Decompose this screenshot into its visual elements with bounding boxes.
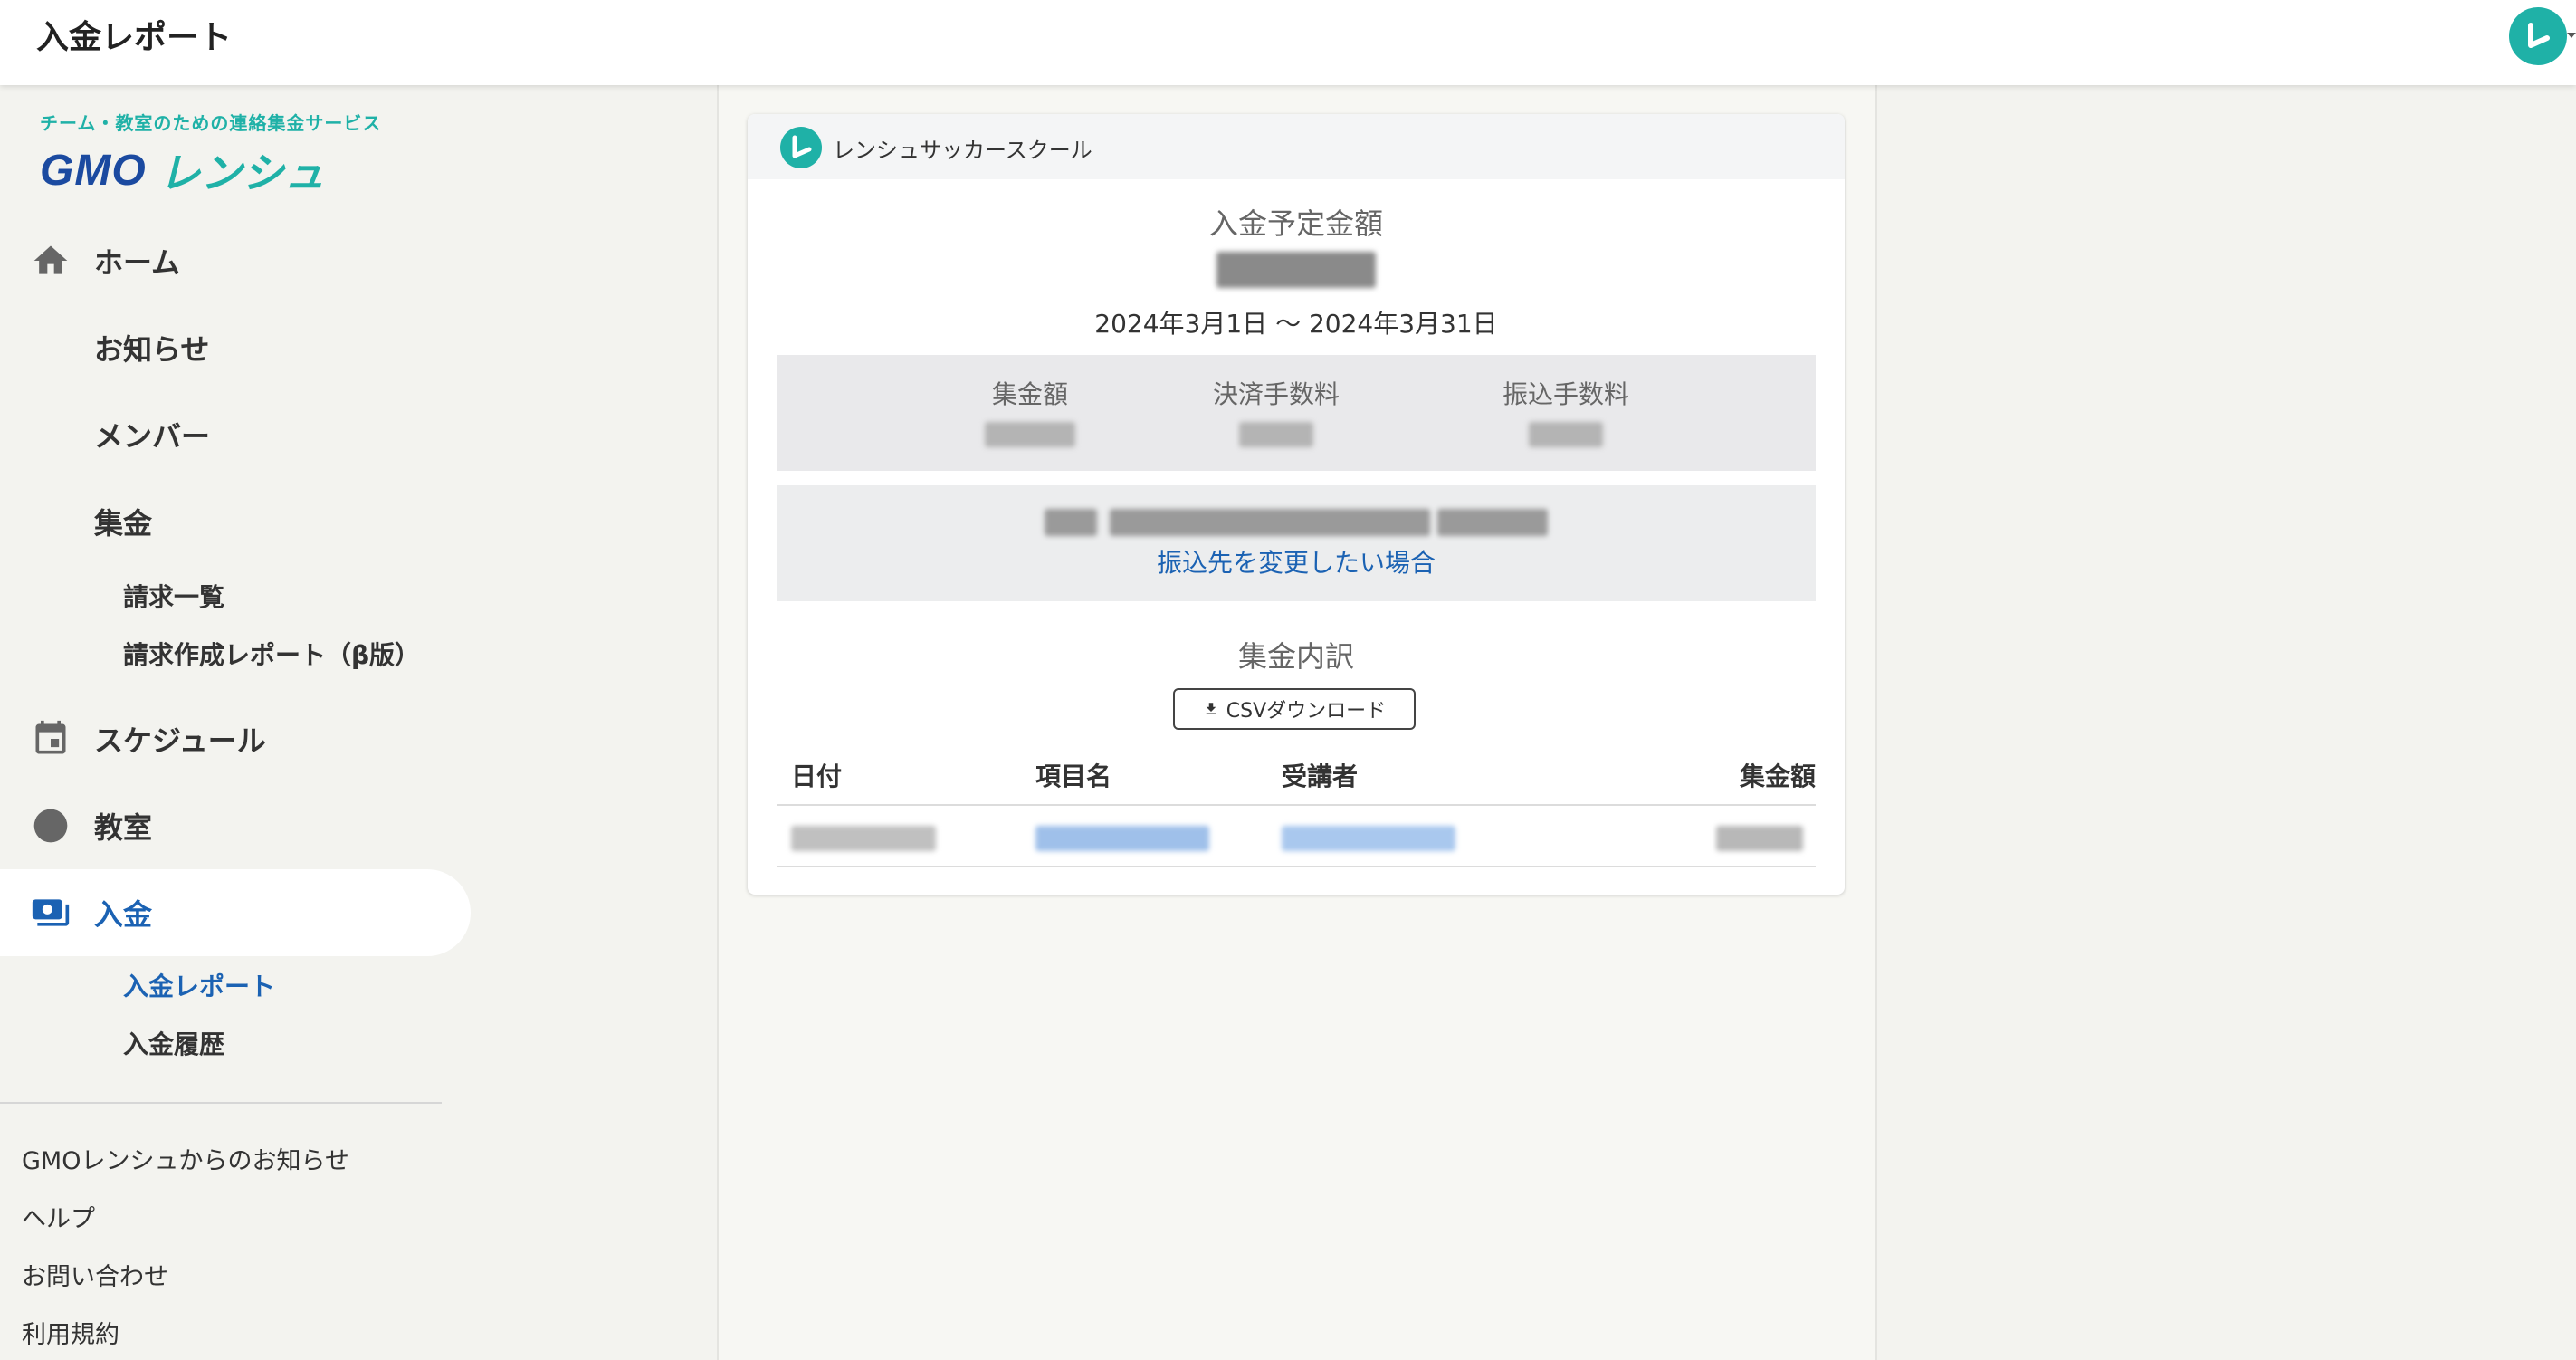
account-menu[interactable]	[2504, 7, 2576, 65]
logo-tagline: チーム・教室のための連絡集金サービス	[40, 112, 382, 134]
bank-account-box: 振込先を変更したい場合	[777, 485, 1816, 601]
calendar-icon	[35, 720, 66, 754]
redacted-item-link[interactable]	[1035, 826, 1209, 851]
transfer-fee-label: 振込手数料	[1502, 379, 1629, 409]
redacted-bank-name	[1045, 509, 1097, 536]
sidebar-subitem-deposit-history[interactable]: 入金履歴	[123, 1025, 224, 1061]
redacted-student-link[interactable]	[1282, 826, 1455, 851]
scheduled-amount-value	[748, 252, 1845, 292]
sidebar-item-home[interactable]: ホーム	[0, 217, 471, 304]
logo-brand: レンシュ	[158, 148, 326, 197]
payment-fee-label: 決済手数料	[1212, 379, 1340, 409]
sidebar-item-collection[interactable]: 集金	[0, 478, 471, 565]
payments-icon	[32, 899, 70, 926]
sidebar-subitem-invoice-list[interactable]: 請求一覧	[123, 578, 224, 614]
breakdown-title: 集金内訳	[1237, 639, 1354, 674]
report-period: 2024年3月1日 〜 2024年3月31日	[1094, 309, 1498, 339]
caret-down-icon[interactable]	[2567, 33, 2576, 38]
top-app-bar: 入金レポート	[0, 0, 2576, 85]
user-avatar[interactable]	[2509, 7, 2567, 65]
redacted-date	[791, 826, 936, 851]
circle-icon	[33, 809, 68, 843]
column-header-student: 受講者	[1282, 761, 1359, 791]
column-header-item: 項目名	[1035, 761, 1112, 791]
sidebar-subitem-invoice-report[interactable]: 請求作成レポート（β版）	[123, 636, 420, 672]
redacted-account	[1437, 509, 1548, 536]
sidebar-item-deposit[interactable]: 入金	[0, 869, 471, 956]
home-icon	[33, 245, 68, 274]
page-title: 入金レポート	[36, 19, 233, 56]
link-terms[interactable]: 利用規約	[22, 1315, 119, 1350]
sidebar-item-news[interactable]: お知らせ	[0, 304, 471, 391]
collected-label: 集金額	[991, 379, 1068, 409]
change-account-link[interactable]: 振込先を変更したい場合	[1157, 548, 1436, 578]
sidebar-item-label: スケジュール	[94, 723, 266, 758]
csv-download-button[interactable]: CSVダウンロード	[1173, 688, 1416, 730]
transfer-fee: 振込手数料	[1466, 375, 1665, 451]
rensyu-logo-icon	[792, 135, 812, 158]
column-header-date: 日付	[791, 761, 843, 791]
download-icon	[1206, 703, 1216, 714]
scheduled-amount-label: 入金予定金額	[1208, 206, 1383, 241]
link-gmo-news[interactable]: GMOレンシュからのお知らせ	[22, 1141, 349, 1176]
sidebar-subitem-deposit-report[interactable]: 入金レポート	[123, 967, 275, 1003]
org-avatar	[780, 127, 822, 168]
rensyu-logo-icon	[2528, 23, 2550, 48]
card-header: レンシュサッカースクール	[748, 114, 1845, 179]
sidebar-item-schedule[interactable]: スケジュール	[0, 695, 471, 782]
payment-fee: 決済手数料	[1177, 375, 1376, 451]
redacted-transfer-fee	[1529, 422, 1603, 447]
redacted-branch	[1110, 509, 1430, 536]
redacted-payment-fee	[1239, 422, 1313, 447]
sidebar-item-classroom[interactable]: 教室	[0, 782, 471, 869]
sidebar-item-label: 教室	[94, 810, 153, 845]
logo-gmo: GMO	[40, 146, 147, 195]
redacted-collected	[985, 422, 1075, 447]
sidebar-item-label: ホーム	[94, 245, 181, 280]
org-name: レンシュサッカースクール	[833, 138, 1092, 163]
table-row	[777, 806, 1816, 866]
table-bottom-divider	[777, 866, 1816, 867]
sidebar-item-label: 集金	[94, 506, 153, 541]
link-help[interactable]: ヘルプ	[22, 1199, 95, 1234]
gmo-rensyu-logo[interactable]: チーム・教室のための連絡集金サービス GMO レンシュ	[40, 109, 381, 200]
summary-box: 集金額 決済手数料 振込手数料	[777, 355, 1816, 471]
deposit-report-card: レンシュサッカースクール 入金予定金額 2024年3月1日 〜 2024年3月3…	[748, 114, 1845, 895]
collected-amount: 集金額	[930, 375, 1130, 451]
sidebar-item-label: お知らせ	[94, 332, 210, 367]
redacted-bank-info	[777, 509, 1816, 540]
redacted-row-amount	[1716, 826, 1803, 851]
sidebar-item-members[interactable]: メンバー	[0, 391, 471, 478]
csv-download-label: CSVダウンロード	[1226, 700, 1387, 723]
sidebar-item-label: メンバー	[94, 419, 211, 454]
redacted-amount	[1216, 252, 1376, 288]
sidebar: チーム・教室のための連絡集金サービス GMO レンシュ ホーム お知らせ メンバ…	[0, 85, 471, 1360]
column-header-amount: 集金額	[1739, 761, 1816, 791]
link-contact[interactable]: お問い合わせ	[22, 1257, 168, 1292]
sidebar-divider	[0, 1102, 442, 1104]
sidebar-item-label: 入金	[94, 897, 153, 932]
